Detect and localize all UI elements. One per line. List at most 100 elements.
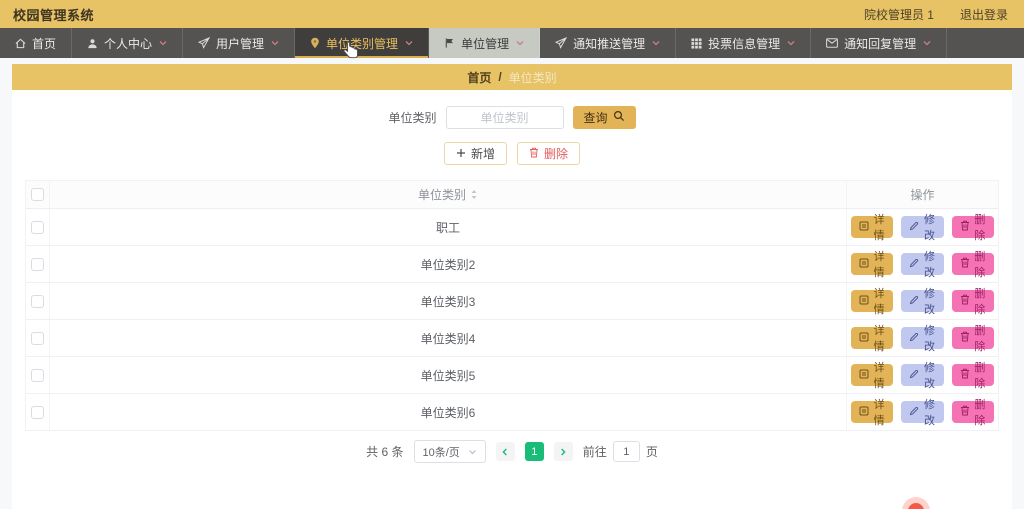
category-cell: 单位类别4 [420,331,476,346]
chevron-down-icon [271,40,279,46]
row-button-label: 详情 [873,214,885,242]
goto-suffix-label: 页 [645,445,658,459]
header-category-cell: 单位类别 [50,181,846,208]
edit-row-button[interactable]: 修改 [901,399,944,427]
delete-button[interactable]: 删除 [517,142,581,165]
nav-item-label: 单位管理 [461,36,510,51]
detail-row-button[interactable]: 详情 [851,214,894,242]
row-checkbox[interactable] [31,220,44,234]
category-cell: 单位类别6 [420,405,476,420]
detail-row-button[interactable]: 详情 [851,325,894,353]
edit-row-button[interactable]: 修改 [901,288,944,316]
goto-page-input[interactable] [612,441,640,462]
detail-row-button[interactable]: 详情 [851,251,894,279]
nav-item-unit-category-management[interactable]: 单位类别管理 [295,28,430,58]
nav-item-notice-push-management[interactable]: 通知推送管理 [540,28,677,58]
page-size-select[interactable]: 10条/页 [413,440,486,463]
pin-icon [310,37,320,49]
nav-item-label: 用户管理 [216,36,265,51]
nav-item-unit-management[interactable]: 单位管理 [429,28,541,58]
row-checkbox-cell [26,209,50,245]
doc-icon [859,369,869,382]
nav-item-home[interactable]: 首页 [0,28,73,58]
delete-row-button[interactable]: 删除 [951,325,994,353]
chevron-down-icon [159,40,167,46]
table-row: 单位类别3 详情 修改 删除 [26,283,998,320]
edit-row-button[interactable]: 修改 [901,251,944,279]
page-size-value: 10条/页 [422,446,460,459]
delete-row-button[interactable]: 删除 [951,362,994,390]
row-actions-cell: 详情 修改 删除 [846,357,998,393]
delete-row-button[interactable]: 删除 [951,214,994,242]
edit-row-button[interactable]: 修改 [901,325,944,353]
row-button-label: 修改 [923,251,935,279]
header-ops-cell: 操作 [846,181,998,208]
chevron-down-icon [787,40,795,46]
breadcrumb-home[interactable]: 首页 [467,69,491,86]
nav-item-personal-center[interactable]: 个人中心 [72,28,184,58]
row-checkbox[interactable] [31,405,44,419]
row-checkbox[interactable] [31,331,44,345]
row-checkbox-cell [26,320,50,356]
prev-page-button[interactable] [495,442,515,461]
delete-button-label: 删除 [544,147,569,161]
nav-item-notice-reply-management[interactable]: 通知回复管理 [811,28,948,58]
add-button[interactable]: 新增 [443,142,507,165]
user-icon [87,38,98,49]
detail-row-button[interactable]: 详情 [851,399,894,427]
nav-item-vote-info-management[interactable]: 投票信息管理 [676,28,812,58]
nav-item-label: 首页 [32,36,57,51]
trash-icon [960,257,970,271]
row-checkbox[interactable] [31,257,44,271]
row-checkbox[interactable] [31,368,44,382]
doc-icon [859,258,869,271]
logout-link[interactable]: 退出登录 [960,6,1008,23]
total-count-label: 共 6 条 [366,445,404,459]
row-checkbox[interactable] [31,294,44,308]
trash-icon [960,294,970,308]
category-cell: 单位类别5 [420,368,476,383]
delete-row-button[interactable]: 删除 [951,251,994,279]
breadcrumb-current: 单位类别 [508,70,557,85]
plus-icon [456,147,466,161]
detail-row-button[interactable]: 详情 [851,362,894,390]
nav-item-user-management[interactable]: 用户管理 [183,28,296,58]
sort-icon[interactable] [470,189,478,200]
row-button-label: 详情 [873,325,885,353]
row-button-label: 删除 [974,325,986,353]
page-number-active[interactable]: 1 [524,442,544,461]
row-button-label: 详情 [873,288,885,316]
row-button-label: 删除 [974,288,986,316]
trash-icon [960,220,970,234]
table-row: 单位类别6 详情 修改 删除 [26,394,998,431]
edit-row-button[interactable]: 修改 [901,214,944,242]
header-right: 院校管理员 1 退出登录 [864,6,1008,23]
table-row: 单位类别5 详情 修改 删除 [26,357,998,394]
detail-row-button[interactable]: 详情 [851,288,894,316]
delete-row-button[interactable]: 删除 [951,288,994,316]
trash-icon [960,368,970,382]
breadcrumb-separator: / [498,70,502,84]
search-input[interactable] [445,106,564,129]
category-cell: 职工 [435,220,460,235]
edit-row-button[interactable]: 修改 [901,362,944,390]
row-actions-cell: 详情 修改 删除 [846,246,998,282]
data-table: 单位类别 操作 职工 详情 修改 删除 单位类别2 详情 修改 删除 单位类别3 详情 修改 删除 单位… [25,180,999,431]
chevron-down-icon [652,40,660,46]
red-dot-icon [908,503,924,509]
search-icon [613,110,625,125]
row-button-label: 修改 [923,325,935,353]
next-page-button[interactable] [553,442,573,461]
row-actions-cell: 详情 修改 删除 [846,394,998,430]
row-button-label: 删除 [974,399,986,427]
chevron-down-icon [923,40,931,46]
select-all-checkbox[interactable] [31,188,44,201]
search-form: 单位类别 查询 [12,106,1012,129]
query-button[interactable]: 查询 [572,106,636,129]
category-cell: 单位类别2 [420,257,476,272]
pagination: 共 6 条 10条/页 1 前往 页 [12,440,1012,463]
row-checkbox-cell [26,394,50,430]
delete-row-button[interactable]: 删除 [951,399,994,427]
main-nav: 首页 个人中心 用户管理 单位类别管理 单位管理 通知推送管理 投票信息管理 通知回复管理 [0,28,1024,58]
goto-prefix-label: 前往 [582,445,607,459]
